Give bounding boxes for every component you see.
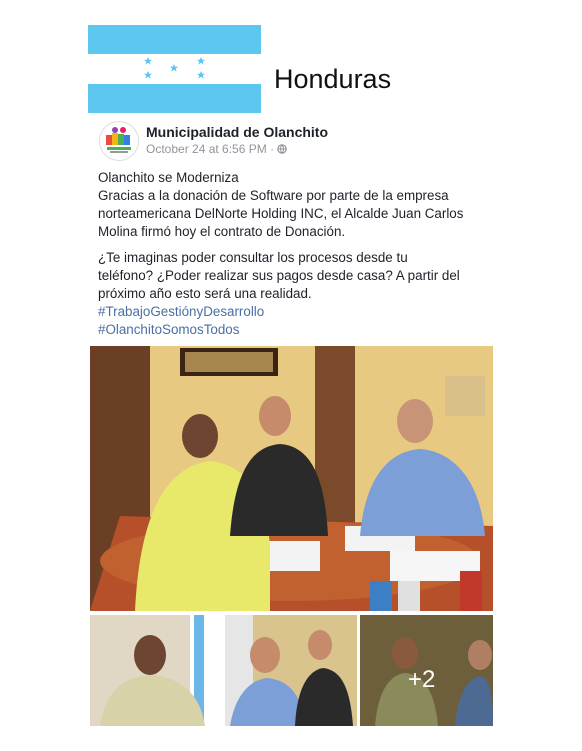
more-photos-count[interactable]: +2 xyxy=(408,666,435,694)
post-meta: October 24 at 6:56 PM · xyxy=(146,142,288,156)
post-line: Gracias a la donación de Software por pa… xyxy=(98,188,449,203)
post-line: teléfono? ¿Poder realizar sus pagos desd… xyxy=(98,268,460,283)
globe-icon xyxy=(277,144,288,154)
post-line: Molina firmó hoy el contrato de Donación… xyxy=(98,224,346,239)
flag-bottom-band xyxy=(88,83,261,113)
page-name-link[interactable]: Municipalidad de Olanchito xyxy=(146,124,328,140)
thumbnail-image xyxy=(225,615,357,726)
page-avatar[interactable] xyxy=(99,121,139,161)
flag-top-band xyxy=(88,25,261,55)
flag-stars-icon xyxy=(144,57,205,79)
thumbnail-photo[interactable] xyxy=(90,615,222,726)
meta-separator: · xyxy=(270,142,278,156)
municipality-logo-icon xyxy=(102,124,136,158)
post-line: ¿Te imaginas poder consultar los proceso… xyxy=(98,250,408,265)
hashtag-link[interactable]: #OlanchitoSomosTodos xyxy=(98,322,239,337)
post-paragraph-2: ¿Te imaginas poder consultar los proceso… xyxy=(98,249,498,303)
post-timestamp[interactable]: October 24 at 6:56 PM xyxy=(146,142,267,156)
main-photo[interactable] xyxy=(90,346,493,611)
post-line: próximo año esto será una realidad. xyxy=(98,286,312,301)
post-line: norteamericana DelNorte Holding INC, el … xyxy=(98,206,464,221)
flag-middle-band xyxy=(88,54,261,84)
meeting-photo xyxy=(90,346,493,611)
post-line: Olanchito se Moderniza xyxy=(98,170,239,185)
hashtag-link[interactable]: #TrabajoGestiónyDesarrollo xyxy=(98,304,264,319)
post-paragraph-1: Olanchito se Moderniza Gracias a la dona… xyxy=(98,169,498,241)
country-label: Honduras xyxy=(274,64,392,94)
honduras-flag xyxy=(88,25,261,113)
thumbnail-photo[interactable] xyxy=(225,615,357,726)
thumbnail-image xyxy=(90,615,222,726)
